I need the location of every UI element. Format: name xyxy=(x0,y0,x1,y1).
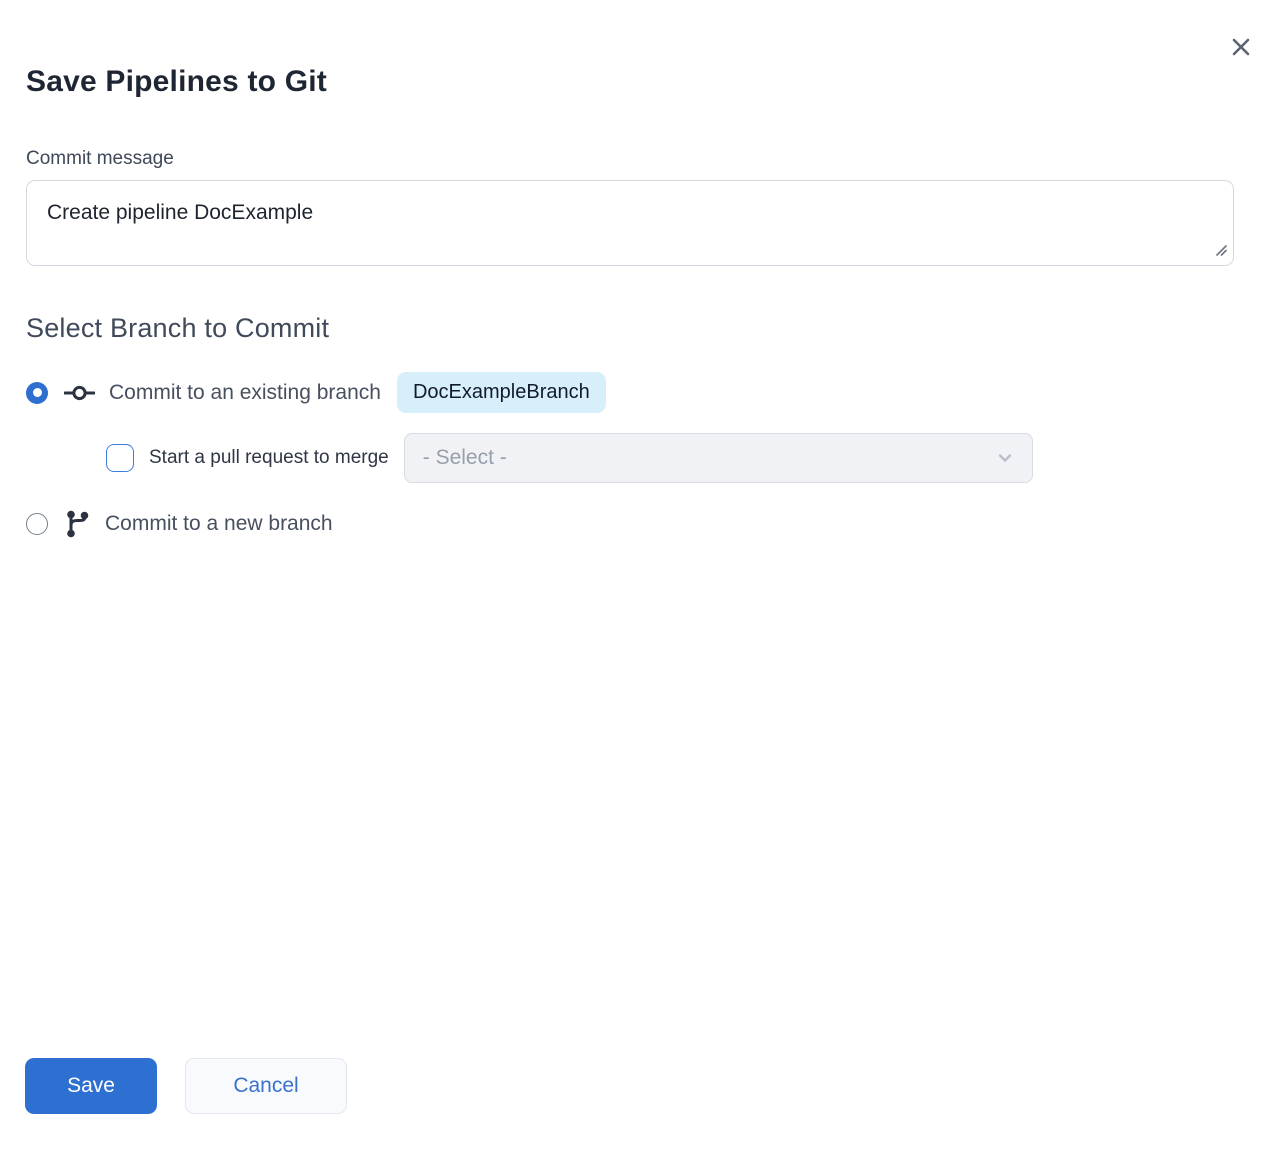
git-commit-icon xyxy=(64,382,95,404)
commit-message-field-wrap: Create pipeline DocExample xyxy=(26,180,1234,271)
cancel-button[interactable]: Cancel xyxy=(185,1058,347,1114)
existing-branch-label[interactable]: Commit to an existing branch xyxy=(109,381,381,405)
close-icon xyxy=(1229,35,1253,59)
existing-branch-option-row: Commit to an existing branch DocExampleB… xyxy=(26,372,1235,413)
dialog-title: Save Pipelines to Git xyxy=(26,0,1235,100)
commit-message-input[interactable]: Create pipeline DocExample xyxy=(26,180,1234,266)
chevron-down-icon xyxy=(994,447,1016,469)
new-branch-option-row: Commit to a new branch xyxy=(26,509,1235,539)
select-placeholder: - Select - xyxy=(423,446,507,470)
save-pipelines-dialog: Save Pipelines to Git Commit message Cre… xyxy=(0,0,1265,1152)
commit-message-label: Commit message xyxy=(26,148,1235,170)
pull-request-label[interactable]: Start a pull request to merge xyxy=(149,447,389,469)
dialog-actions: Save Cancel xyxy=(25,1058,347,1114)
select-branch-heading: Select Branch to Commit xyxy=(26,313,1235,344)
new-branch-radio[interactable] xyxy=(26,513,48,535)
merge-target-select[interactable]: - Select - xyxy=(404,433,1033,483)
existing-branch-radio[interactable] xyxy=(26,382,48,404)
git-branch-icon xyxy=(64,509,91,539)
pull-request-checkbox[interactable] xyxy=(106,444,134,472)
close-button[interactable] xyxy=(1227,33,1255,61)
branch-badge: DocExampleBranch xyxy=(397,372,606,413)
save-button[interactable]: Save xyxy=(25,1058,157,1114)
pull-request-row: Start a pull request to merge - Select - xyxy=(106,433,1235,483)
new-branch-label[interactable]: Commit to a new branch xyxy=(105,512,333,536)
